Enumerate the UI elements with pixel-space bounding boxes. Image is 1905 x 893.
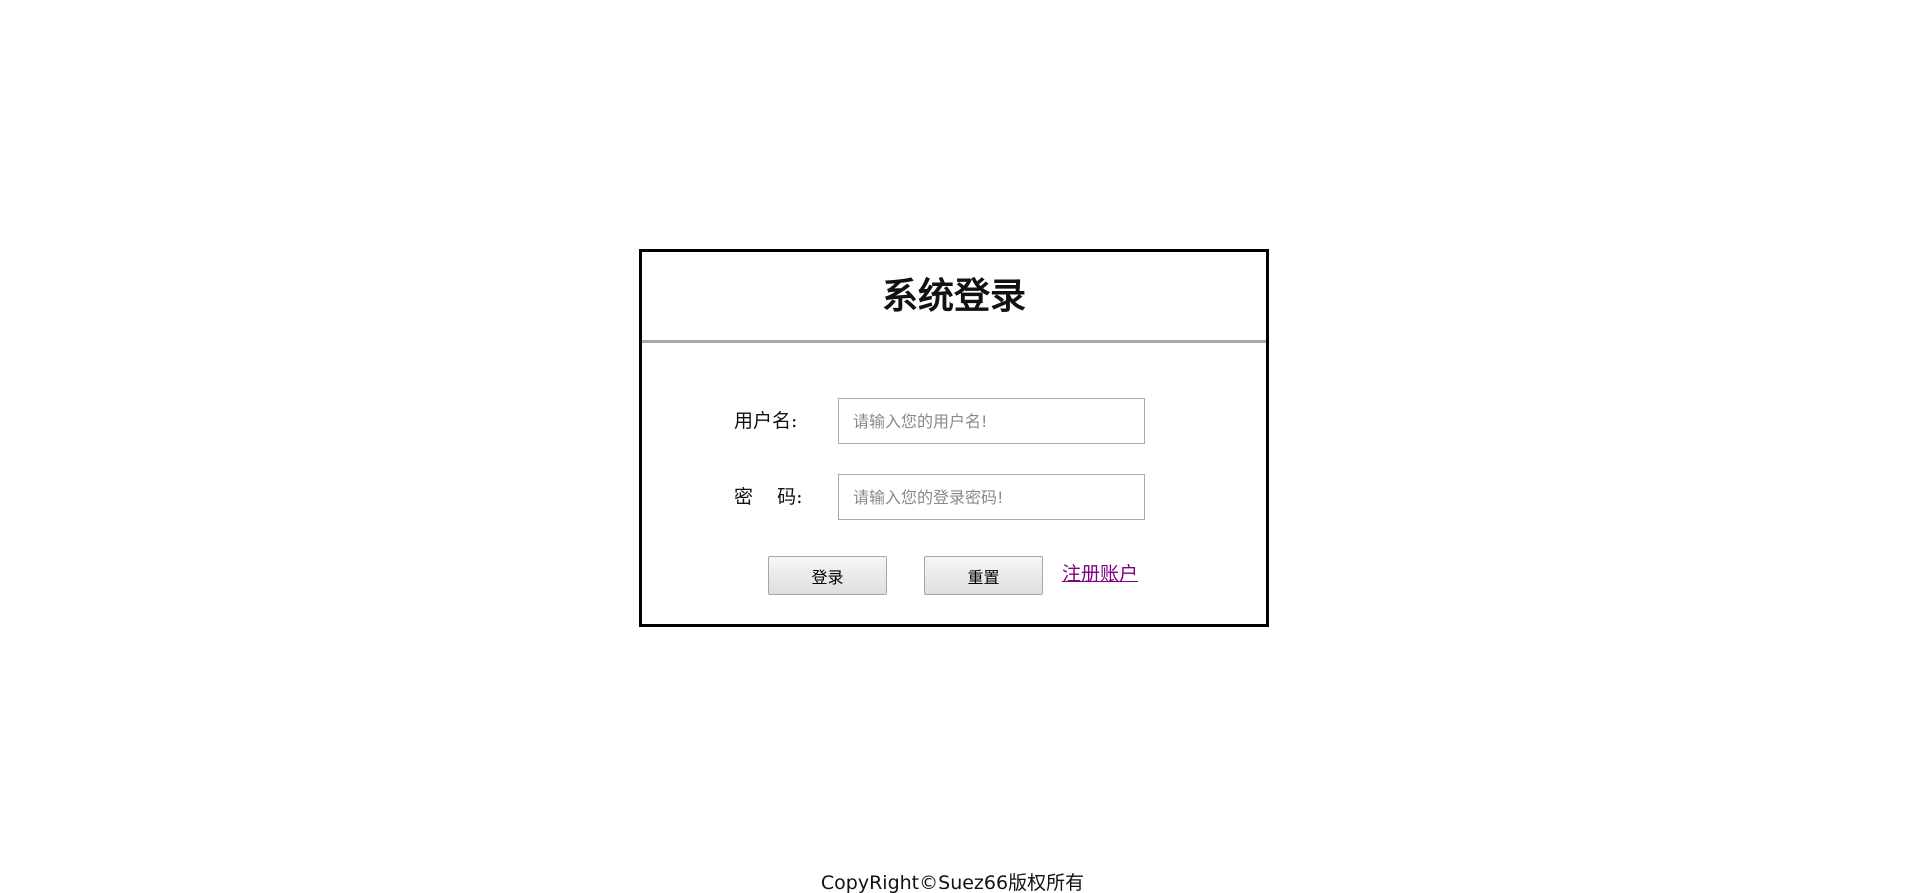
login-page: 系统登录 用户名: 密 码: 登录 重置 注册账户 CopyRight©Suez… bbox=[0, 0, 1905, 893]
username-row: 用户名: bbox=[642, 398, 1266, 444]
footer-copyright: CopyRight©Suez66版权所有 bbox=[820, 872, 1085, 893]
login-panel: 系统登录 用户名: 密 码: 登录 重置 注册账户 bbox=[639, 249, 1269, 627]
username-label: 用户名: bbox=[734, 410, 798, 432]
password-label: 密 码: bbox=[734, 486, 803, 508]
login-title: 系统登录 bbox=[642, 252, 1266, 343]
username-input[interactable] bbox=[838, 398, 1145, 444]
register-account-link[interactable]: 注册账户 bbox=[1062, 556, 1138, 595]
login-button[interactable]: 登录 bbox=[768, 556, 887, 595]
reset-button[interactable]: 重置 bbox=[924, 556, 1043, 595]
password-input[interactable] bbox=[838, 474, 1145, 520]
password-row: 密 码: bbox=[642, 474, 1266, 520]
